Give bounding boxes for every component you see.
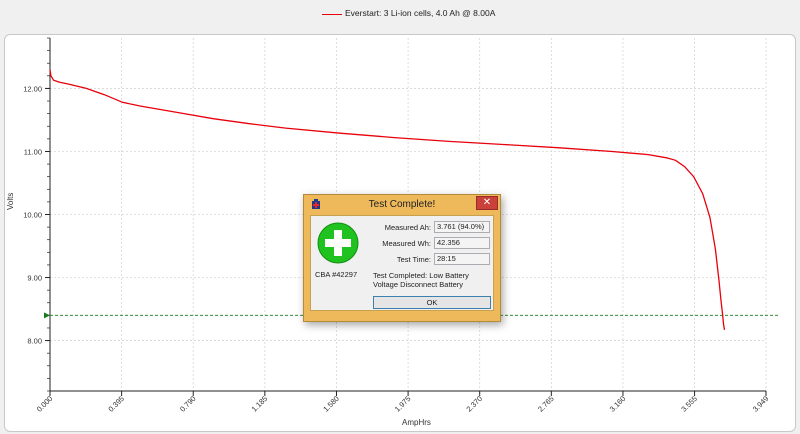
x-tick-label: 1.185 [250, 394, 270, 414]
dialog-body: CBA #42297 Measured Ah: 3.761 (94.0%) Me… [310, 215, 494, 311]
x-tick-label: 2.765 [536, 394, 556, 414]
ok-button[interactable]: OK [373, 296, 491, 309]
status-message: Test Completed: Low Battery Voltage Disc… [373, 271, 469, 289]
x-tick-label: 0.000 [35, 394, 55, 414]
close-button[interactable]: ✕ [476, 196, 498, 210]
x-tick-label: 1.975 [393, 394, 413, 414]
success-plus-icon [317, 222, 359, 264]
x-tick-label: 3.949 [751, 394, 771, 414]
x-tick-label: 0.395 [106, 394, 126, 414]
measured-wh-field: 42.356 [434, 237, 490, 249]
y-tick-label: 12.00 [23, 84, 42, 93]
y-tick-label: 10.00 [23, 211, 42, 220]
measured-ah-label: Measured Ah: [384, 223, 431, 232]
y-tick-label: 9.00 [27, 274, 42, 283]
test-time-field: 28:15 [434, 253, 490, 265]
x-tick-label: 3.160 [608, 394, 628, 414]
test-complete-dialog: Test Complete! ✕ CBA #42297 Measured Ah:… [303, 194, 501, 322]
y-tick-label: 8.00 [27, 337, 42, 346]
cutoff-marker-icon [44, 312, 50, 319]
measured-wh-label: Measured Wh: [382, 239, 431, 248]
x-tick-label: 3.555 [679, 394, 699, 414]
y-axis-label: Volts [6, 192, 15, 210]
dialog-title-bar: Test Complete! ✕ [304, 195, 500, 213]
measured-ah-field: 3.761 (94.0%) [434, 221, 490, 233]
dialog-title: Test Complete! [368, 199, 436, 210]
x-tick-label: 0.790 [178, 394, 198, 414]
y-tick-label: 11.00 [24, 147, 42, 156]
test-time-label: Test Time: [396, 255, 431, 264]
x-tick-label: 2.370 [464, 394, 484, 414]
device-id: CBA #42297 [315, 270, 358, 279]
x-tick-label: 1.580 [321, 394, 341, 414]
x-axis-label: AmpHrs [402, 418, 431, 427]
